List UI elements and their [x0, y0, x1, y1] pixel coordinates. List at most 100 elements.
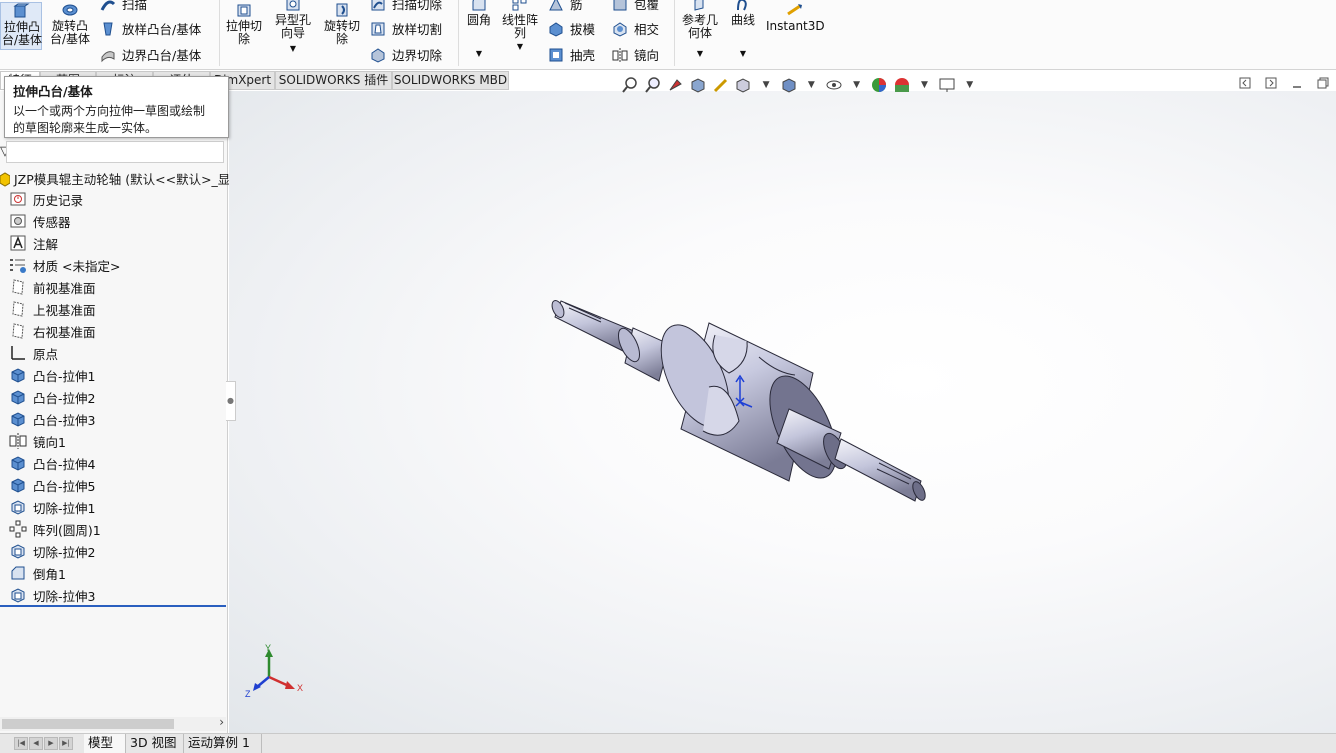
fillet-button[interactable]: 圆角 ▼ — [462, 0, 496, 60]
previous-view-button[interactable] — [665, 74, 686, 96]
tree-item[interactable]: 凸台-拉伸2 — [9, 387, 95, 407]
first-tab-button[interactable]: |◀ — [14, 737, 28, 750]
tree-item-label: 材质 <未指定> — [33, 258, 121, 274]
boundary-cut-button[interactable]: 边界切除 — [370, 45, 442, 64]
draft-button[interactable]: 拔模 — [548, 19, 595, 38]
part-icon — [0, 171, 10, 187]
restore-button[interactable] — [1316, 76, 1330, 90]
tree-item[interactable]: 前视基准面 — [9, 277, 96, 297]
extrude-cut-button[interactable]: 拉伸切除 — [222, 2, 266, 46]
dropdown-arrow-icon[interactable]: ▼ — [678, 47, 722, 60]
tree-item[interactable]: 注解 — [9, 233, 58, 253]
dropdown-arrow-icon[interactable]: ▼ — [726, 47, 760, 60]
tree-item[interactable]: 切除-拉伸1 — [9, 497, 95, 517]
chevron-down-icon[interactable]: ▼ — [914, 74, 935, 96]
dropdown-arrow-icon[interactable]: ▼ — [462, 47, 496, 60]
tree-item-label: 传感器 — [33, 214, 71, 230]
tree-item[interactable]: 镜向1 — [9, 431, 66, 451]
tree-item-label: 前视基准面 — [33, 280, 96, 296]
tree-item-label: 凸台-拉伸1 — [33, 368, 96, 384]
tree-item[interactable]: 阵列(圆周)1 — [9, 519, 101, 539]
mirror-button[interactable]: 镜向 — [612, 45, 659, 64]
dropdown-arrow-icon[interactable]: ▼ — [498, 40, 542, 53]
reference-triad[interactable]: Y X Z — [243, 643, 313, 703]
intersect-icon — [613, 21, 627, 37]
revolve-boss-button[interactable]: 旋转凸台/基体 — [46, 2, 94, 46]
tile-left-button[interactable] — [1238, 76, 1252, 90]
minimize-button[interactable] — [1290, 76, 1304, 90]
command-tooltip: 拉伸凸台/基体 以一个或两个方向拉伸一草图或绘制 的草图轮廓来生成一实体。 — [4, 76, 229, 138]
view-settings-button[interactable] — [937, 74, 958, 96]
chevron-down-icon[interactable]: ▼ — [756, 74, 777, 96]
chevron-down-icon[interactable]: ▼ — [801, 74, 822, 96]
history-icon — [9, 190, 27, 208]
part-model[interactable] — [229, 91, 1336, 733]
section-view-button[interactable] — [688, 74, 709, 96]
tree-item-label: 历史记录 — [33, 192, 84, 208]
tree-item[interactable]: 凸台-拉伸5 — [9, 475, 95, 495]
tree-item-label: 注解 — [33, 236, 59, 252]
extrude-boss-button[interactable]: 拉伸凸台/基体 — [0, 2, 42, 50]
tab-solidworks-mbd[interactable]: SOLIDWORKS MBD — [392, 71, 509, 90]
tab-3d-view[interactable]: 3D 视图 — [126, 734, 184, 753]
previous-view-icon — [669, 79, 682, 91]
tree-item[interactable]: 凸台-拉伸3 — [9, 409, 95, 429]
tree-item[interactable]: 倒角1 — [9, 563, 66, 583]
apply-scene-button[interactable] — [892, 74, 913, 96]
tree-item-label: 上视基准面 — [33, 302, 96, 318]
boundary-boss-button[interactable]: 边界凸台/基体 — [100, 45, 201, 64]
scrollbar-thumb[interactable] — [2, 719, 174, 729]
sweep-button[interactable]: 扫描 — [100, 0, 147, 13]
tree-item[interactable]: 原点 — [9, 343, 58, 363]
tab-solidworks-addins[interactable]: SOLIDWORKS 插件 — [275, 71, 392, 90]
loft-cut-button[interactable]: 放样切割 — [370, 19, 442, 38]
tree-item[interactable]: 传感器 — [9, 211, 71, 231]
sweep-cut-button[interactable]: 扫描切除 — [370, 0, 442, 13]
edit-appearance-button[interactable] — [869, 74, 890, 96]
tree-item[interactable]: 上视基准面 — [9, 299, 96, 319]
tree-item[interactable]: 切除-拉伸3 — [9, 585, 95, 605]
rollback-bar[interactable] — [0, 605, 226, 607]
loft-boss-button[interactable]: 放样凸台/基体 — [100, 19, 201, 38]
tree-root-part[interactable]: JZP模具辊主动轮轴 (默认<<默认>_显示 — [0, 169, 243, 188]
prev-tab-button[interactable]: ◀ — [29, 737, 43, 750]
feature-filter-input[interactable] — [6, 141, 224, 163]
display-style-button[interactable] — [778, 74, 799, 96]
tree-item[interactable]: 凸台-拉伸1 — [9, 365, 95, 385]
revolve-cut-button[interactable]: 旋转切除 — [320, 2, 364, 46]
scroll-right-icon[interactable]: › — [219, 715, 224, 729]
tree-item[interactable]: 凸台-拉伸4 — [9, 453, 95, 473]
tile-right-button[interactable] — [1264, 76, 1278, 90]
rib-button[interactable]: 筋 — [548, 0, 583, 13]
tree-item[interactable]: 材质 <未指定> — [9, 255, 120, 275]
linear-pattern-button[interactable]: 线性阵列 ▼ — [498, 0, 542, 53]
view-orientation-button[interactable] — [733, 74, 754, 96]
curves-button[interactable]: 曲线 ▼ — [726, 0, 760, 60]
horizontal-scrollbar[interactable]: › — [0, 715, 226, 731]
next-tab-button[interactable]: ▶ — [44, 737, 58, 750]
graphics-viewport[interactable]: Y X Z — [229, 91, 1336, 733]
chevron-down-icon[interactable]: ▼ — [846, 74, 867, 96]
zoom-to-fit-button[interactable] — [620, 74, 641, 96]
curves-label: 曲线 — [730, 13, 755, 27]
shell-button[interactable]: 抽壳 — [548, 45, 595, 64]
chevron-down-icon[interactable]: ▼ — [959, 74, 980, 96]
tab-motion-study-1[interactable]: 运动算例 1 — [184, 734, 262, 753]
tree-root-label: JZP模具辊主动轮轴 (默认<<默认>_显示 — [14, 172, 243, 187]
last-tab-button[interactable]: ▶| — [59, 737, 73, 750]
intersect-button[interactable]: 相交 — [612, 19, 659, 38]
hide-show-button[interactable] — [824, 74, 845, 96]
zoom-to-area-button[interactable] — [643, 74, 664, 96]
hole-wizard-button[interactable]: 异型孔向导 ▼ — [270, 0, 316, 55]
tree-item[interactable]: 右视基准面 — [9, 321, 96, 341]
instant3d-button[interactable]: Instant3D — [766, 2, 825, 33]
dropdown-arrow-icon[interactable]: ▼ — [270, 42, 316, 55]
reference-geometry-button[interactable]: 参考几何体 ▼ — [678, 0, 722, 60]
tree-item[interactable]: 历史记录 — [9, 189, 83, 209]
tab-model[interactable]: 模型 — [84, 734, 126, 753]
wrap-button[interactable]: 包覆 — [612, 0, 659, 13]
panel-collapse-handle[interactable]: ● — [226, 381, 236, 421]
tree-item[interactable]: 切除-拉伸2 — [9, 541, 95, 561]
dynamic-annotation-button[interactable] — [711, 74, 732, 96]
draft-label: 拔模 — [570, 22, 596, 37]
